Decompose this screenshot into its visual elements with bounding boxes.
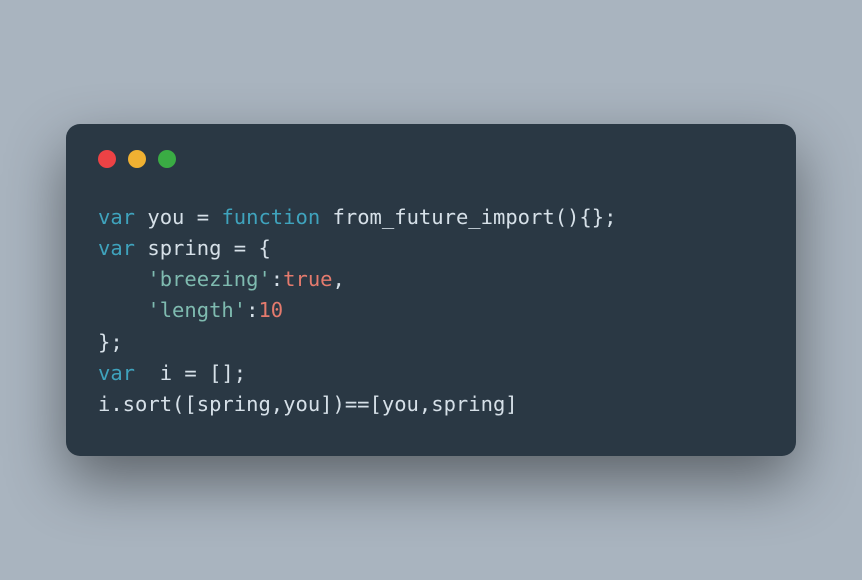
code-window: var you = function from_future_import(){… xyxy=(66,124,796,456)
code-token: }; xyxy=(98,330,123,354)
code-line: i.sort([spring,you])==[you,spring] xyxy=(98,389,764,420)
code-token: = { xyxy=(234,236,271,260)
minimize-icon[interactable] xyxy=(128,150,146,168)
code-line: 'breezing':true, xyxy=(98,264,764,295)
code-token: 'breezing' xyxy=(147,267,270,291)
code-block: var you = function from_future_import(){… xyxy=(98,202,764,420)
code-line: var you = function from_future_import(){… xyxy=(98,202,764,233)
code-token: : xyxy=(246,298,258,322)
code-token: var xyxy=(98,361,160,385)
code-line: var i = []; xyxy=(98,358,764,389)
code-token: 10 xyxy=(258,298,283,322)
close-icon[interactable] xyxy=(98,150,116,168)
code-token: i.sort([spring,you])==[you,spring] xyxy=(98,392,518,416)
code-token: = xyxy=(197,205,222,229)
code-token: from_future_import xyxy=(333,205,555,229)
code-token: var xyxy=(98,236,147,260)
code-token: : xyxy=(271,267,283,291)
code-token: = []; xyxy=(184,361,246,385)
code-token: you xyxy=(147,205,196,229)
code-line: }; xyxy=(98,327,764,358)
code-token: , xyxy=(333,267,345,291)
code-token: (){}; xyxy=(555,205,617,229)
code-token: i xyxy=(160,361,185,385)
window-titlebar xyxy=(98,150,764,168)
code-line: var spring = { xyxy=(98,233,764,264)
maximize-icon[interactable] xyxy=(158,150,176,168)
code-token xyxy=(98,298,147,322)
code-token: var xyxy=(98,205,147,229)
code-token: true xyxy=(283,267,332,291)
code-token: function xyxy=(221,205,332,229)
code-token xyxy=(98,267,147,291)
code-token: 'length' xyxy=(147,298,246,322)
code-line: 'length':10 xyxy=(98,295,764,326)
code-token: spring xyxy=(147,236,233,260)
